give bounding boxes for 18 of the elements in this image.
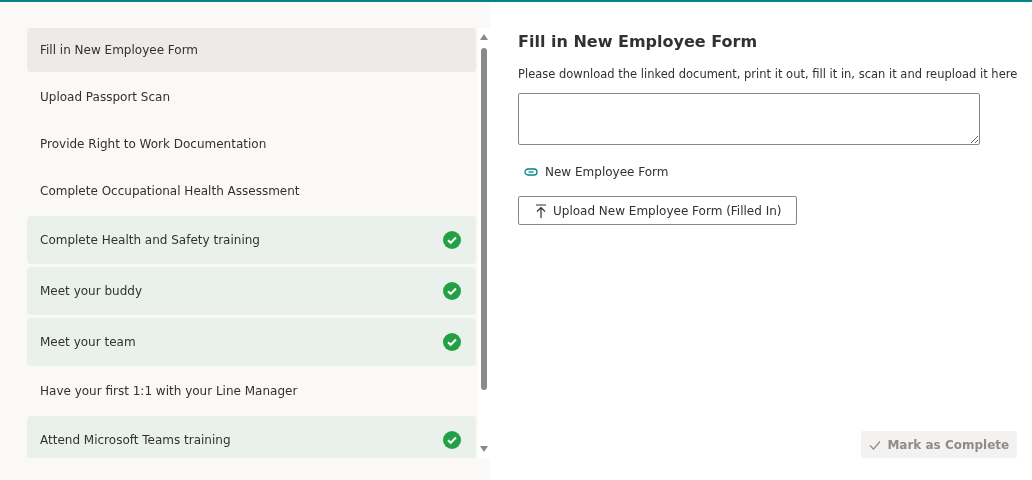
checkmark-icon (869, 439, 882, 450)
task-item[interactable]: Attend Microsoft Teams training (27, 416, 476, 458)
task-item[interactable]: Complete Occupational Health Assessment (27, 169, 476, 213)
task-item[interactable]: Provide Right to Work Documentation (27, 122, 476, 166)
text-field[interactable] (518, 93, 980, 145)
instructions: Please download the linked document, print it out, fill it in, scan it and reupload it here (518, 67, 1018, 81)
document-link[interactable]: New Employee Form (524, 165, 669, 179)
task-item[interactable]: Meet your buddy (27, 267, 476, 315)
task-item[interactable]: Fill in New Employee Form (27, 28, 476, 72)
upload-button[interactable]: Upload New Employee Form (Filled In) (518, 196, 797, 225)
form-title: Fill in New Employee Form (518, 32, 759, 51)
task-item[interactable]: Have your first 1:1 with your Line Manager (27, 369, 476, 413)
task-item[interactable]: Complete Health and Safety training (27, 216, 476, 264)
task-item[interactable]: Meet your team (27, 318, 476, 366)
scrollbar[interactable] (478, 28, 490, 458)
upload-icon (535, 203, 547, 218)
link-icon (524, 168, 538, 176)
task-item[interactable]: Upload Passport Scan (27, 75, 476, 119)
